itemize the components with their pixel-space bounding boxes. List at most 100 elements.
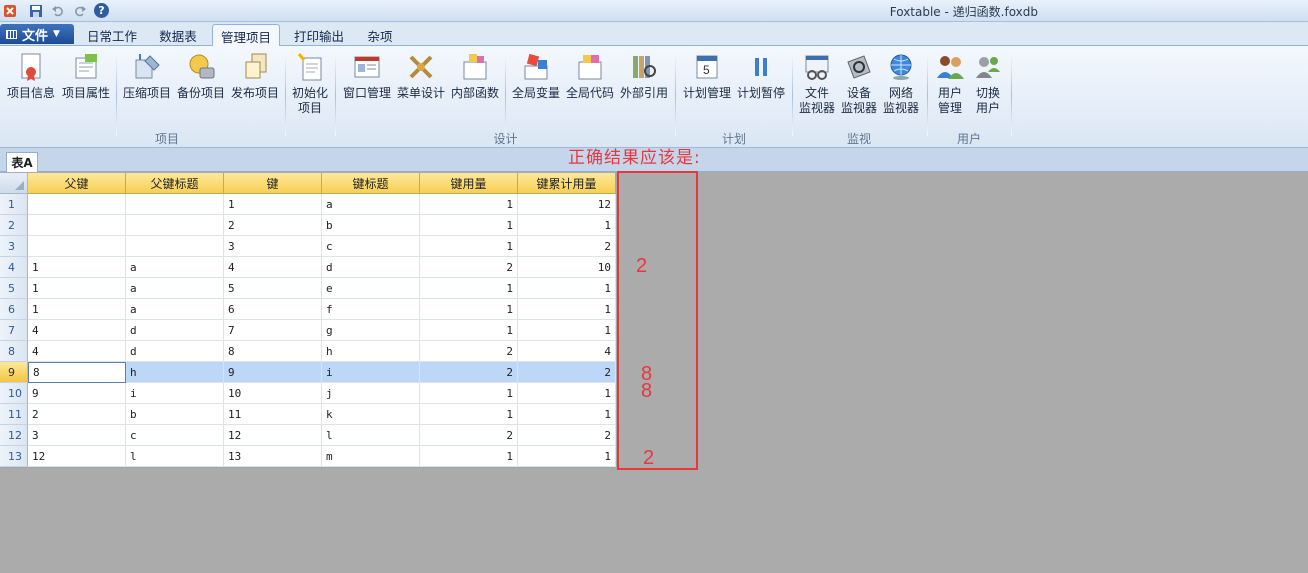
row-number[interactable]: 3 <box>0 236 28 257</box>
cell-key-usage[interactable]: 1 <box>420 404 518 425</box>
network-monitor-button[interactable]: 网络 监视器 <box>881 50 921 116</box>
cell-key-cumulative-usage[interactable]: 1 <box>518 215 616 236</box>
cell-key-cumulative-usage[interactable]: 1 <box>518 446 616 467</box>
cell-key[interactable]: 4 <box>224 257 322 278</box>
column-header-key[interactable]: 键 <box>224 173 322 194</box>
window-manager-button[interactable]: 窗口管理 <box>341 50 393 101</box>
external-reference-button[interactable]: 外部引用 <box>618 50 670 101</box>
cell-parent-key-title[interactable]: h <box>126 362 224 383</box>
cell-parent-key[interactable] <box>28 215 126 236</box>
cell-key-title[interactable]: a <box>322 194 420 215</box>
cell-key-usage[interactable]: 2 <box>420 425 518 446</box>
switch-user-button[interactable]: 切换 用户 <box>970 50 1006 116</box>
row-number[interactable]: 1 <box>0 194 28 215</box>
table-row[interactable]: 51a5e11 <box>0 278 616 299</box>
tab-data-table[interactable]: 数据表 <box>150 24 206 46</box>
global-variable-button[interactable]: 全局变量 <box>510 50 562 101</box>
cell-key-cumulative-usage[interactable]: 2 <box>518 236 616 257</box>
file-menu-button[interactable]: 文件 ▼ <box>0 24 74 44</box>
cell-key-usage[interactable]: 1 <box>420 278 518 299</box>
user-manager-button[interactable]: 用户 管理 <box>932 50 968 116</box>
cell-key-usage[interactable]: 2 <box>420 341 518 362</box>
tab-misc[interactable]: 杂项 <box>358 24 402 46</box>
table-row[interactable]: 74d7g11 <box>0 320 616 341</box>
cell-parent-key-title[interactable]: a <box>126 257 224 278</box>
table-row[interactable]: 11 2 b 11 k 1 1 <box>0 404 616 425</box>
schedule-manager-button[interactable]: 5 计划管理 <box>681 50 733 101</box>
cell-key-title[interactable]: f <box>322 299 420 320</box>
cell-parent-key[interactable]: 4 <box>28 320 126 341</box>
row-number[interactable]: 9 <box>0 362 28 383</box>
cell-key[interactable]: 6 <box>224 299 322 320</box>
table-row[interactable]: 10 9 i 10 j 1 1 <box>0 383 616 404</box>
cell-key[interactable]: 5 <box>224 278 322 299</box>
cell-parent-key-title[interactable]: l <box>126 446 224 467</box>
cell-key-usage[interactable]: 1 <box>420 215 518 236</box>
cell-key-title[interactable]: g <box>322 320 420 341</box>
cell-key[interactable]: 12 <box>224 425 322 446</box>
menu-design-button[interactable]: 菜单设计 <box>395 50 447 101</box>
table-row[interactable]: 61a6f11 <box>0 299 616 320</box>
cell-key-cumulative-usage[interactable]: 2 <box>518 425 616 446</box>
tab-daily-work[interactable]: 日常工作 <box>80 24 144 46</box>
cell-key[interactable]: 3 <box>224 236 322 257</box>
cell-key-usage[interactable]: 2 <box>420 257 518 278</box>
cell-key-title[interactable]: l <box>322 425 420 446</box>
device-monitor-button[interactable]: 设备 监视器 <box>839 50 879 116</box>
row-number[interactable]: 8 <box>0 341 28 362</box>
row-number[interactable]: 7 <box>0 320 28 341</box>
cell-key-usage[interactable]: 1 <box>420 299 518 320</box>
cell-key-cumulative-usage[interactable]: 1 <box>518 278 616 299</box>
table-row[interactable]: 33c12 <box>0 236 616 257</box>
cell-parent-key[interactable]: 2 <box>28 404 126 425</box>
row-number[interactable]: 13 <box>0 446 28 467</box>
cell-key-title[interactable]: j <box>322 383 420 404</box>
cell-key-title[interactable]: c <box>322 236 420 257</box>
pause-schedule-button[interactable]: 计划暂停 <box>735 50 787 101</box>
cell-parent-key-title[interactable] <box>126 215 224 236</box>
cell-parent-key[interactable]: 1 <box>28 278 126 299</box>
backup-project-button[interactable]: 备份项目 <box>175 50 227 101</box>
cell-parent-key-title[interactable] <box>126 236 224 257</box>
cell-key[interactable]: 2 <box>224 215 322 236</box>
cell-parent-key[interactable]: 4 <box>28 341 126 362</box>
compress-project-button[interactable]: 压缩项目 <box>121 50 173 101</box>
project-info-button[interactable]: 项目信息 <box>6 50 56 101</box>
cell-key-usage[interactable]: 1 <box>420 194 518 215</box>
cell-parent-key[interactable]: 9 <box>28 383 126 404</box>
cell-key[interactable]: 10 <box>224 383 322 404</box>
cell-key-title[interactable]: i <box>322 362 420 383</box>
column-header-key-cumulative-usage[interactable]: 键累计用量 <box>518 173 616 194</box>
cell-key-cumulative-usage[interactable]: 1 <box>518 320 616 341</box>
cell-key-cumulative-usage[interactable]: 10 <box>518 257 616 278</box>
cell-key[interactable]: 7 <box>224 320 322 341</box>
cell-key-usage[interactable]: 1 <box>420 446 518 467</box>
cell-parent-key[interactable]: 8 <box>28 362 126 383</box>
column-header-parent-key-title[interactable]: 父键标题 <box>126 173 224 194</box>
table-row[interactable]: 84d8h24 <box>0 341 616 362</box>
cell-key-cumulative-usage[interactable]: 1 <box>518 383 616 404</box>
cell-key-usage[interactable]: 1 <box>420 320 518 341</box>
cell-parent-key-title[interactable]: i <box>126 383 224 404</box>
cell-parent-key-title[interactable]: d <box>126 341 224 362</box>
row-number[interactable]: 12 <box>0 425 28 446</box>
row-number[interactable]: 10 <box>0 383 28 404</box>
cell-key[interactable]: 13 <box>224 446 322 467</box>
cell-key-title[interactable]: m <box>322 446 420 467</box>
internal-function-button[interactable]: 内部函数 <box>449 50 501 101</box>
cell-key-usage[interactable]: 1 <box>420 236 518 257</box>
cell-key[interactable]: 8 <box>224 341 322 362</box>
cell-parent-key-title[interactable] <box>126 194 224 215</box>
global-code-button[interactable]: 全局代码 <box>564 50 616 101</box>
cell-key-cumulative-usage[interactable]: 4 <box>518 341 616 362</box>
cell-parent-key[interactable] <box>28 236 126 257</box>
row-number[interactable]: 11 <box>0 404 28 425</box>
row-number[interactable]: 2 <box>0 215 28 236</box>
table-row[interactable]: 12 3 c 12 l 2 2 <box>0 425 616 446</box>
row-number[interactable]: 6 <box>0 299 28 320</box>
column-header-key-title[interactable]: 键标题 <box>322 173 420 194</box>
cell-parent-key[interactable] <box>28 194 126 215</box>
cell-parent-key[interactable]: 1 <box>28 257 126 278</box>
column-header-key-usage[interactable]: 键用量 <box>420 173 518 194</box>
row-number[interactable]: 4 <box>0 257 28 278</box>
